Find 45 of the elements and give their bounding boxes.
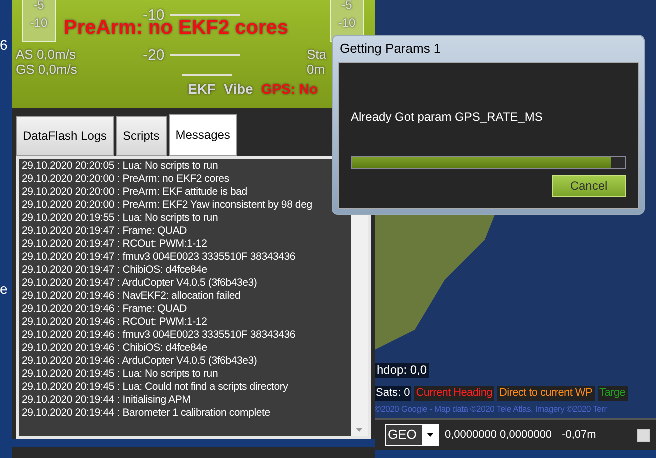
log-message: 29.10.2020 20:19:47 : ArduCopter V4.0.5 (3f6b43e3) <box>22 277 258 290</box>
coordinates-text: 0,0000000 0,0000000 <box>445 428 552 443</box>
log-message: 29.10.2020 20:19:55 : Lua: No scripts to run <box>22 212 220 225</box>
tape-label: -5 <box>34 0 44 11</box>
pitch-label: -10 <box>143 8 165 23</box>
pitch-label: -20 <box>143 48 165 63</box>
log-message: 29.10.2020 20:19:47 : ChibiOS: d4fce84e <box>22 264 208 277</box>
groundspeed-label: GS 0,0m/s <box>16 63 78 76</box>
log-message: 29.10.2020 20:19:46 : fmuv3 004E0023 3335510F 38343436 <box>22 329 297 342</box>
legend-label: Targe <box>598 386 628 401</box>
edge-character: 6 <box>0 38 8 52</box>
log-message: 29.10.2020 20:20:00 : PreArm: no EKF2 cores <box>22 173 230 186</box>
log-message: 29.10.2020 20:19:46 : ArduCopter V4.0.5 (3f6b43e3) <box>22 355 258 368</box>
log-message: 29.10.2020 20:19:46 : NavEKF2: allocation failed <box>22 290 242 303</box>
tape-label: -10 <box>30 17 48 29</box>
airspeed-label: AS 0,0m/s <box>16 48 76 61</box>
log-message: 29.10.2020 20:19:46 : RCOut: PWM:1-12 <box>22 316 208 329</box>
log-message: 29.10.2020 20:19:47 : RCOut: PWM:1-12 <box>22 238 208 251</box>
tape-label: -10 <box>338 17 356 29</box>
legend-label: Current Heading <box>414 386 494 401</box>
log-message: 29.10.2020 20:20:00 : PreArm: EKF attitude is bad <box>22 186 248 199</box>
legend-label: Direct to current WP <box>497 386 594 401</box>
log-message: 29.10.2020 20:19:44 : Barometer 1 calibration complete <box>22 407 272 420</box>
map-copyright: ©2020 Google - Map data ©2020 Tele Atlas, Imagery ©2020 Terr <box>375 403 608 416</box>
log-message: 29.10.2020 20:19:45 : Lua: No scripts to run <box>22 368 220 381</box>
log-message: 29.10.2020 20:19:47 : fmuv3 004E0023 3335510F 38343436 <box>22 251 297 264</box>
indicator-label: EKF <box>188 82 216 96</box>
status-label: 0m <box>307 63 326 76</box>
edge-character: e <box>0 282 8 296</box>
log-message: 29.10.2020 20:19:45 : Lua: Could not find a scripts directory <box>22 381 290 394</box>
log-message: 29.10.2020 20:20:00 : PreArm: EKF2 Yaw inconsistent by 98 deg <box>22 199 314 212</box>
indicator-label: GPS: No <box>261 82 318 96</box>
altitude-text: -0,07m <box>562 428 596 443</box>
dialog-message: Already Got param GPS_RATE_MS <box>351 109 544 126</box>
dialog-title: Getting Params 1 <box>339 40 442 58</box>
log-message: 29.10.2020 20:19:46 : Frame: QUAD <box>22 303 188 316</box>
log-message: 29.10.2020 20:19:46 : ChibiOS: d4fce84e <box>22 342 208 355</box>
log-message: 29.10.2020 20:20:05 : Lua: No scripts to run <box>22 160 220 173</box>
sats-label: Sats: 0 <box>375 386 412 401</box>
log-message: 29.10.2020 20:19:44 : Initialising APM <box>22 394 192 407</box>
status-label: Sta <box>307 48 327 61</box>
indicator-label: Vibe <box>224 82 254 96</box>
tape-label: -5 <box>342 0 352 11</box>
log-message: 29.10.2020 20:19:47 : Frame: QUAD <box>22 225 188 238</box>
hdop-label: hdop: 0,0 <box>375 363 430 378</box>
